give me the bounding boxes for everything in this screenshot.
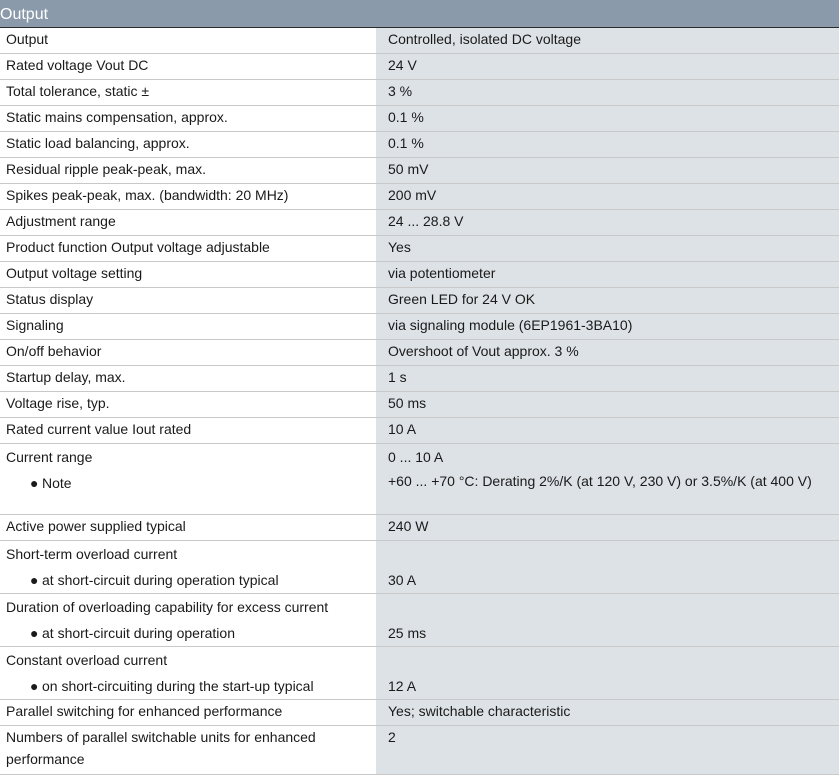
table-row: Status display Green LED for 24 V OK: [0, 287, 839, 314]
spec-label: Static load balancing, approx.: [0, 131, 376, 158]
spec-label: Signaling: [0, 313, 376, 340]
spec-label: Total tolerance, static ±: [0, 79, 376, 106]
spec-value: via potentiometer: [376, 261, 839, 288]
spec-value-group: 12 A: [376, 646, 839, 700]
spec-value: Controlled, isolated DC voltage: [376, 28, 839, 54]
table-row: Total tolerance, static ± 3 %: [0, 79, 839, 106]
spec-value: 50 ms: [376, 391, 839, 418]
spec-value: [388, 647, 833, 673]
table-row: Duration of overloading capability for e…: [0, 593, 839, 647]
spec-value-group: 30 A: [376, 540, 839, 594]
table-row: Current range ● Note 0 ... 10 A +60 ... +…: [0, 443, 839, 515]
spec-value: 24 ... 28.8 V: [376, 209, 839, 236]
bullet-icon: ●: [30, 625, 39, 641]
section-title: Output: [0, 6, 49, 23]
table-row: Adjustment range 24 ... 28.8 V: [0, 209, 839, 236]
table-row: Output voltage setting via potentiometer: [0, 261, 839, 288]
spec-value: 2: [376, 725, 839, 775]
spec-value: Yes: [376, 235, 839, 262]
spec-label: Rated current value Iout rated: [0, 417, 376, 444]
spec-value-group: 0 ... 10 A +60 ... +70 °C: Derating 2%/K…: [376, 443, 839, 515]
spec-label: Constant overload current: [6, 652, 168, 668]
spec-label-group: Short-term overload current ● at short-ci…: [0, 540, 376, 594]
spec-value: 3 %: [376, 79, 839, 106]
spec-label: Numbers of parallel switchable units for…: [0, 725, 376, 775]
section-header-output: Output: [0, 0, 839, 28]
spec-sublabel: ● at short-circuit during operation: [6, 620, 370, 646]
table-row: Constant overload current ● on short-circ…: [0, 646, 839, 700]
spec-value: [388, 541, 833, 567]
spec-value: 24 V: [376, 53, 839, 80]
table-row: Parallel switching for enhanced performa…: [0, 699, 839, 726]
spec-label: Startup delay, max.: [0, 365, 376, 392]
bullet-icon: ●: [30, 572, 39, 588]
spec-label: Status display: [0, 287, 376, 314]
spec-label: Output voltage setting: [0, 261, 376, 288]
table-row: Short-term overload current ● at short-ci…: [0, 540, 839, 594]
spec-value: Overshoot of Vout approx. 3 %: [376, 339, 839, 366]
spec-value-group: 25 ms: [376, 593, 839, 647]
table-row: Static mains compensation, approx. 0.1 %: [0, 105, 839, 132]
spec-table: Output Controlled, isolated DC voltage R…: [0, 28, 839, 775]
table-row: Rated current value Iout rated 10 A: [0, 417, 839, 444]
spec-value: +60 ... +70 °C: Derating 2%/K (at 120 V,…: [388, 473, 812, 489]
spec-value: Yes; switchable characteristic: [376, 699, 839, 726]
spec-value: Green LED for 24 V OK: [376, 287, 839, 314]
table-row: Numbers of parallel switchable units for…: [0, 725, 839, 775]
spec-value: 200 mV: [376, 183, 839, 210]
table-row: Product function Output voltage adjustab…: [0, 235, 839, 262]
spec-sublabel: ● on short-circuiting during the start-up…: [6, 673, 370, 699]
spec-sublabel: ● Note: [6, 470, 370, 496]
spec-value: 30 A: [388, 572, 417, 588]
spec-value: 0.1 %: [376, 131, 839, 158]
spec-value: 240 W: [376, 514, 839, 541]
spec-label: Duration of overloading capability for e…: [6, 599, 329, 615]
table-row: Output Controlled, isolated DC voltage: [0, 28, 839, 54]
spec-label: Voltage rise, typ.: [0, 391, 376, 418]
spec-value: [388, 594, 833, 620]
spec-value: via signaling module (6EP1961-3BA10): [376, 313, 839, 340]
spec-label: Rated voltage Vout DC: [0, 53, 376, 80]
table-row: On/off behavior Overshoot of Vout approx…: [0, 339, 839, 366]
spec-label-group: Current range ● Note: [0, 443, 376, 515]
spec-label: Residual ripple peak-peak, max.: [0, 157, 376, 184]
table-row: Active power supplied typical 240 W: [0, 514, 839, 541]
spec-label: Output: [0, 28, 376, 54]
table-row: Signaling via signaling module (6EP1961-…: [0, 313, 839, 340]
spec-value: 25 ms: [388, 625, 427, 641]
spec-label-group: Duration of overloading capability for e…: [0, 593, 376, 647]
spec-value: 0 ... 10 A: [388, 449, 444, 465]
spec-value: 12 A: [388, 678, 417, 694]
table-row: Voltage rise, typ. 50 ms: [0, 391, 839, 418]
spec-label: Short-term overload current: [6, 546, 178, 562]
bullet-icon: ●: [30, 678, 39, 694]
spec-sublabel: ● at short-circuit during operation typic…: [6, 567, 370, 593]
spec-sheet: Output Output Controlled, isolated DC vo…: [0, 0, 839, 775]
spec-label: Active power supplied typical: [0, 514, 376, 541]
spec-value: 50 mV: [376, 157, 839, 184]
spec-label: Spikes peak-peak, max. (bandwidth: 20 MH…: [0, 183, 376, 210]
table-row: Static load balancing, approx. 0.1 %: [0, 131, 839, 158]
spec-label: Adjustment range: [0, 209, 376, 236]
table-row: Spikes peak-peak, max. (bandwidth: 20 MH…: [0, 183, 839, 210]
bullet-icon: ●: [30, 475, 39, 491]
spec-label: Product function Output voltage adjustab…: [0, 235, 376, 262]
spec-label: Static mains compensation, approx.: [0, 105, 376, 132]
spec-label: Parallel switching for enhanced performa…: [0, 699, 376, 726]
spec-label-group: Constant overload current ● on short-circ…: [0, 646, 376, 700]
spec-value: 10 A: [376, 417, 839, 444]
spec-label: On/off behavior: [0, 339, 376, 366]
table-row: Residual ripple peak-peak, max. 50 mV: [0, 157, 839, 184]
table-row: Rated voltage Vout DC 24 V: [0, 53, 839, 80]
spec-value: 0.1 %: [376, 105, 839, 132]
table-row: Startup delay, max. 1 s: [0, 365, 839, 392]
spec-value: 1 s: [376, 365, 839, 392]
spec-label: Current range: [6, 449, 93, 465]
